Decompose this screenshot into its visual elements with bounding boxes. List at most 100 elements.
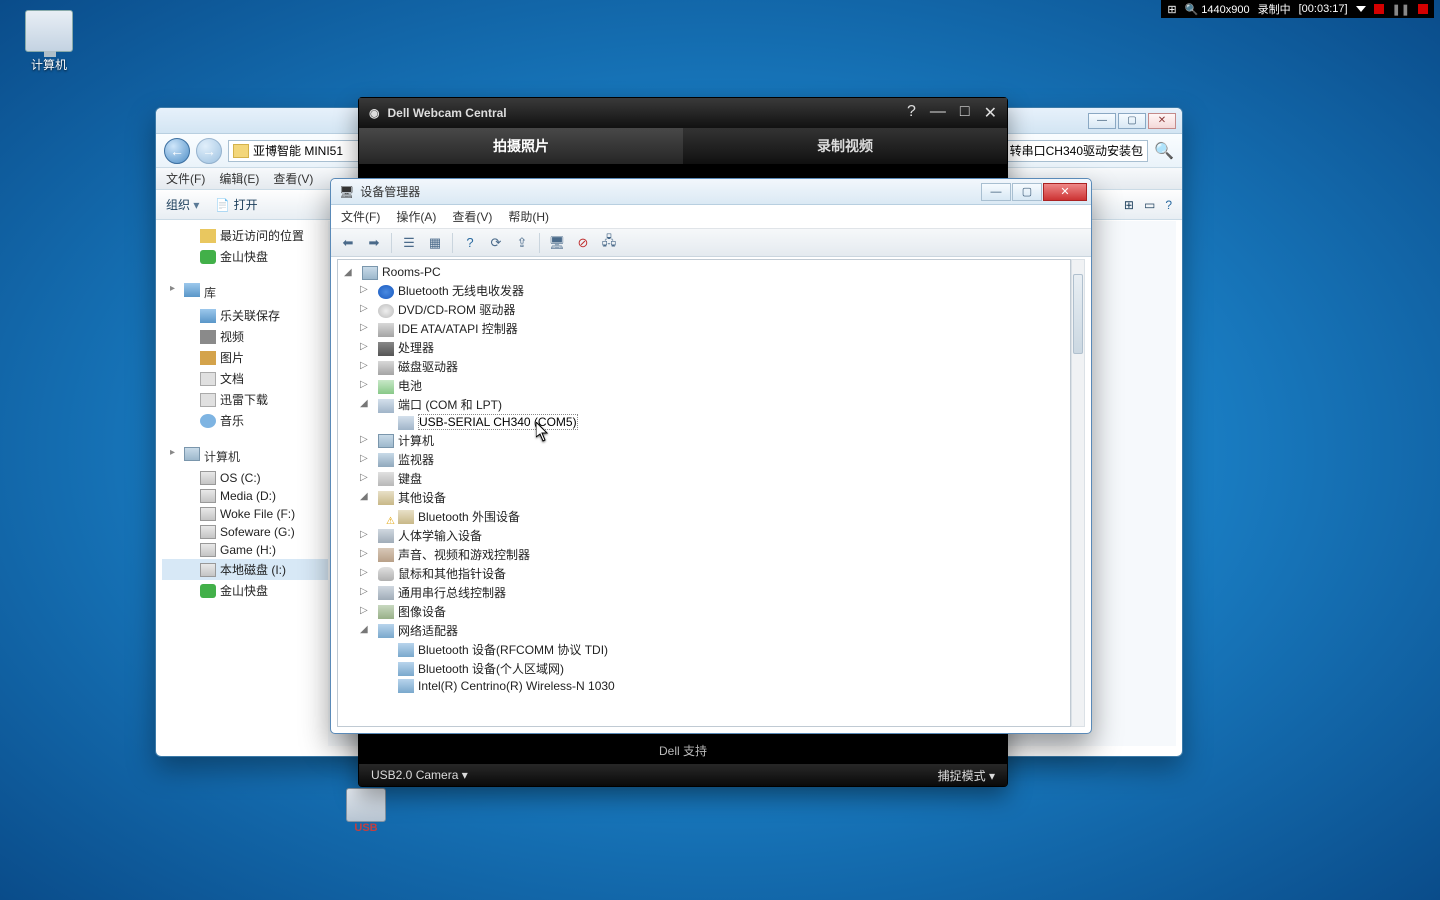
devmgr-maximize-button[interactable]: ▢ <box>1012 183 1042 201</box>
sidebar-item-pictures[interactable]: 图片 <box>162 347 328 368</box>
tree-other[interactable]: ◢其他设备 <box>338 488 1070 507</box>
webcam-close-button[interactable]: ✕ <box>984 103 997 123</box>
breadcrumb-tail[interactable]: 转串口CH340驱动安装包 <box>1010 142 1143 159</box>
scan-button[interactable]: ⟳ <box>485 232 507 254</box>
sidebar-item-drive-c[interactable]: OS (C:) <box>162 469 328 487</box>
camera-select[interactable]: USB2.0 Camera ▾ <box>371 768 468 782</box>
tree-imaging[interactable]: ▷图像设备 <box>338 602 1070 621</box>
expand-icon[interactable]: ▷ <box>360 434 371 445</box>
disable-button[interactable]: ⊘ <box>572 232 594 254</box>
recorder-stop-button[interactable] <box>1418 4 1428 14</box>
expand-icon[interactable]: ▷ <box>360 567 371 578</box>
expand-icon[interactable]: ▷ <box>360 586 371 597</box>
nav-back-button[interactable]: ← <box>164 138 190 164</box>
webcam-maximize-button[interactable]: □ <box>960 103 970 123</box>
breadcrumb[interactable]: 亚博智能 MINI51 <box>253 142 343 159</box>
device-tree[interactable]: ◢Rooms-PC ▷Bluetooth 无线电收发器 ▷DVD/CD-ROM … <box>337 259 1071 727</box>
tree-disk[interactable]: ▷磁盘驱动器 <box>338 357 1070 376</box>
expand-icon[interactable]: ▷ <box>360 360 371 371</box>
tree-dvd[interactable]: ▷DVD/CD-ROM 驱动器 <box>338 300 1070 319</box>
sidebar-item-jinshan[interactable]: 金山快盘 <box>162 246 328 267</box>
uninstall-button[interactable]: 🖥 <box>546 232 568 254</box>
tree-bluetooth[interactable]: ▷Bluetooth 无线电收发器 <box>338 281 1070 300</box>
menu-file[interactable]: 文件(F) <box>166 170 205 187</box>
capture-mode-select[interactable]: 捕捉模式 ▾ <box>938 767 995 784</box>
tree-btperiph[interactable]: Bluetooth 外围设备 <box>338 507 1070 526</box>
explorer-minimize-button[interactable]: — <box>1088 113 1116 129</box>
update-button[interactable]: ⇪ <box>511 232 533 254</box>
open-button[interactable]: 📄 打开 <box>215 196 257 213</box>
sidebar-item-drive-h[interactable]: Game (H:) <box>162 541 328 559</box>
scrollbar-thumb[interactable] <box>1073 274 1083 354</box>
webcam-minimize-button[interactable]: — <box>930 103 946 123</box>
explorer-close-button[interactable]: ✕ <box>1148 113 1176 129</box>
expand-icon[interactable]: ▷ <box>360 341 371 352</box>
menu-help[interactable]: 帮助(H) <box>508 208 549 225</box>
collapse-icon[interactable]: ◢ <box>360 624 371 635</box>
nav-forward-button[interactable]: ➡ <box>363 232 385 254</box>
expand-icon[interactable]: ▷ <box>360 605 371 616</box>
expand-icon[interactable]: ▷ <box>360 284 371 295</box>
webcam-titlebar[interactable]: ◉Dell Webcam Central ? — □ ✕ <box>359 98 1007 128</box>
tree-cpu[interactable]: ▷处理器 <box>338 338 1070 357</box>
search-icon[interactable]: 🔍 <box>1154 141 1174 161</box>
help-button[interactable]: ? <box>459 232 481 254</box>
sidebar-item-music[interactable]: 音乐 <box>162 410 328 431</box>
tree-battery[interactable]: ▷电池 <box>338 376 1070 395</box>
menu-edit[interactable]: 编辑(E) <box>219 170 259 187</box>
expand-icon[interactable]: ▷ <box>360 548 371 559</box>
enable-button[interactable]: 🖧 <box>598 232 620 254</box>
menu-action[interactable]: 操作(A) <box>396 208 436 225</box>
expand-icon[interactable]: ▷ <box>360 379 371 390</box>
menu-view[interactable]: 查看(V) <box>273 170 313 187</box>
sidebar-item-xunlei[interactable]: 迅雷下载 <box>162 389 328 410</box>
organize-button[interactable]: 组织 <box>166 196 199 213</box>
view-mode-button[interactable]: ⊞ <box>1124 198 1134 212</box>
tree-monitor[interactable]: ▷监视器 <box>338 450 1070 469</box>
tree-ports[interactable]: ◢端口 (COM 和 LPT) <box>338 395 1070 414</box>
tree-ch340[interactable]: USB-SERIAL CH340 (COM5) <box>338 414 1070 431</box>
nav-forward-button[interactable]: → <box>196 138 222 164</box>
preview-pane-button[interactable]: ▭ <box>1144 198 1155 212</box>
usb-file-icon[interactable]: USB <box>336 788 396 834</box>
devmgr-minimize-button[interactable]: — <box>981 183 1011 201</box>
nav-back-button[interactable]: ⬅ <box>337 232 359 254</box>
sidebar-item-drive-i[interactable]: 本地磁盘 (I:) <box>162 559 328 580</box>
sidebar-item-jinshan2[interactable]: 金山快盘 <box>162 580 328 601</box>
show-hide-button[interactable]: ☰ <box>398 232 420 254</box>
sidebar-header-computer[interactable]: 计算机 <box>162 445 328 469</box>
tree-root[interactable]: ◢Rooms-PC <box>338 264 1070 281</box>
explorer-maximize-button[interactable]: ▢ <box>1118 113 1146 129</box>
recorder-dropdown-icon[interactable] <box>1356 6 1366 12</box>
properties-button[interactable]: ▦ <box>424 232 446 254</box>
tree-network[interactable]: ◢网络适配器 <box>338 621 1070 640</box>
tree-usbctrl[interactable]: ▷通用串行总线控制器 <box>338 583 1070 602</box>
expand-icon[interactable]: ▷ <box>360 303 371 314</box>
webcam-support-link[interactable]: Dell 支持 <box>359 742 1007 760</box>
recorder-pause-button[interactable]: ❚❚ <box>1392 3 1410 16</box>
tab-video[interactable]: 录制视频 <box>683 128 1007 164</box>
expand-icon[interactable]: ▷ <box>360 453 371 464</box>
sidebar-item-video[interactable]: 视频 <box>162 326 328 347</box>
menu-view[interactable]: 查看(V) <box>452 208 492 225</box>
tree-hid[interactable]: ▷人体学输入设备 <box>338 526 1070 545</box>
tree-centrino[interactable]: Intel(R) Centrino(R) Wireless-N 1030 <box>338 678 1070 695</box>
recorder-record-button[interactable] <box>1374 4 1384 14</box>
collapse-icon[interactable]: ◢ <box>360 491 371 502</box>
collapse-icon[interactable]: ◢ <box>360 398 371 409</box>
webcam-help-button[interactable]: ? <box>907 103 916 123</box>
sidebar-item-documents[interactable]: 文档 <box>162 368 328 389</box>
sidebar-item-drive-g[interactable]: Sofeware (G:) <box>162 523 328 541</box>
expand-icon[interactable]: ▷ <box>360 322 371 333</box>
devmgr-titlebar[interactable]: 🖥设备管理器 — ▢ ✕ <box>331 179 1091 205</box>
help-icon[interactable]: ? <box>1165 198 1172 212</box>
sidebar-item-recent[interactable]: 最近访问的位置 <box>162 225 328 246</box>
tab-photo[interactable]: 拍摄照片 <box>359 128 683 164</box>
menu-file[interactable]: 文件(F) <box>341 208 380 225</box>
sidebar-header-libraries[interactable]: 库 <box>162 281 328 305</box>
sidebar-item-drive-d[interactable]: Media (D:) <box>162 487 328 505</box>
devmgr-close-button[interactable]: ✕ <box>1043 183 1087 201</box>
tree-computer[interactable]: ▷计算机 <box>338 431 1070 450</box>
tree-keyboard[interactable]: ▷键盘 <box>338 469 1070 488</box>
tree-ide[interactable]: ▷IDE ATA/ATAPI 控制器 <box>338 319 1070 338</box>
